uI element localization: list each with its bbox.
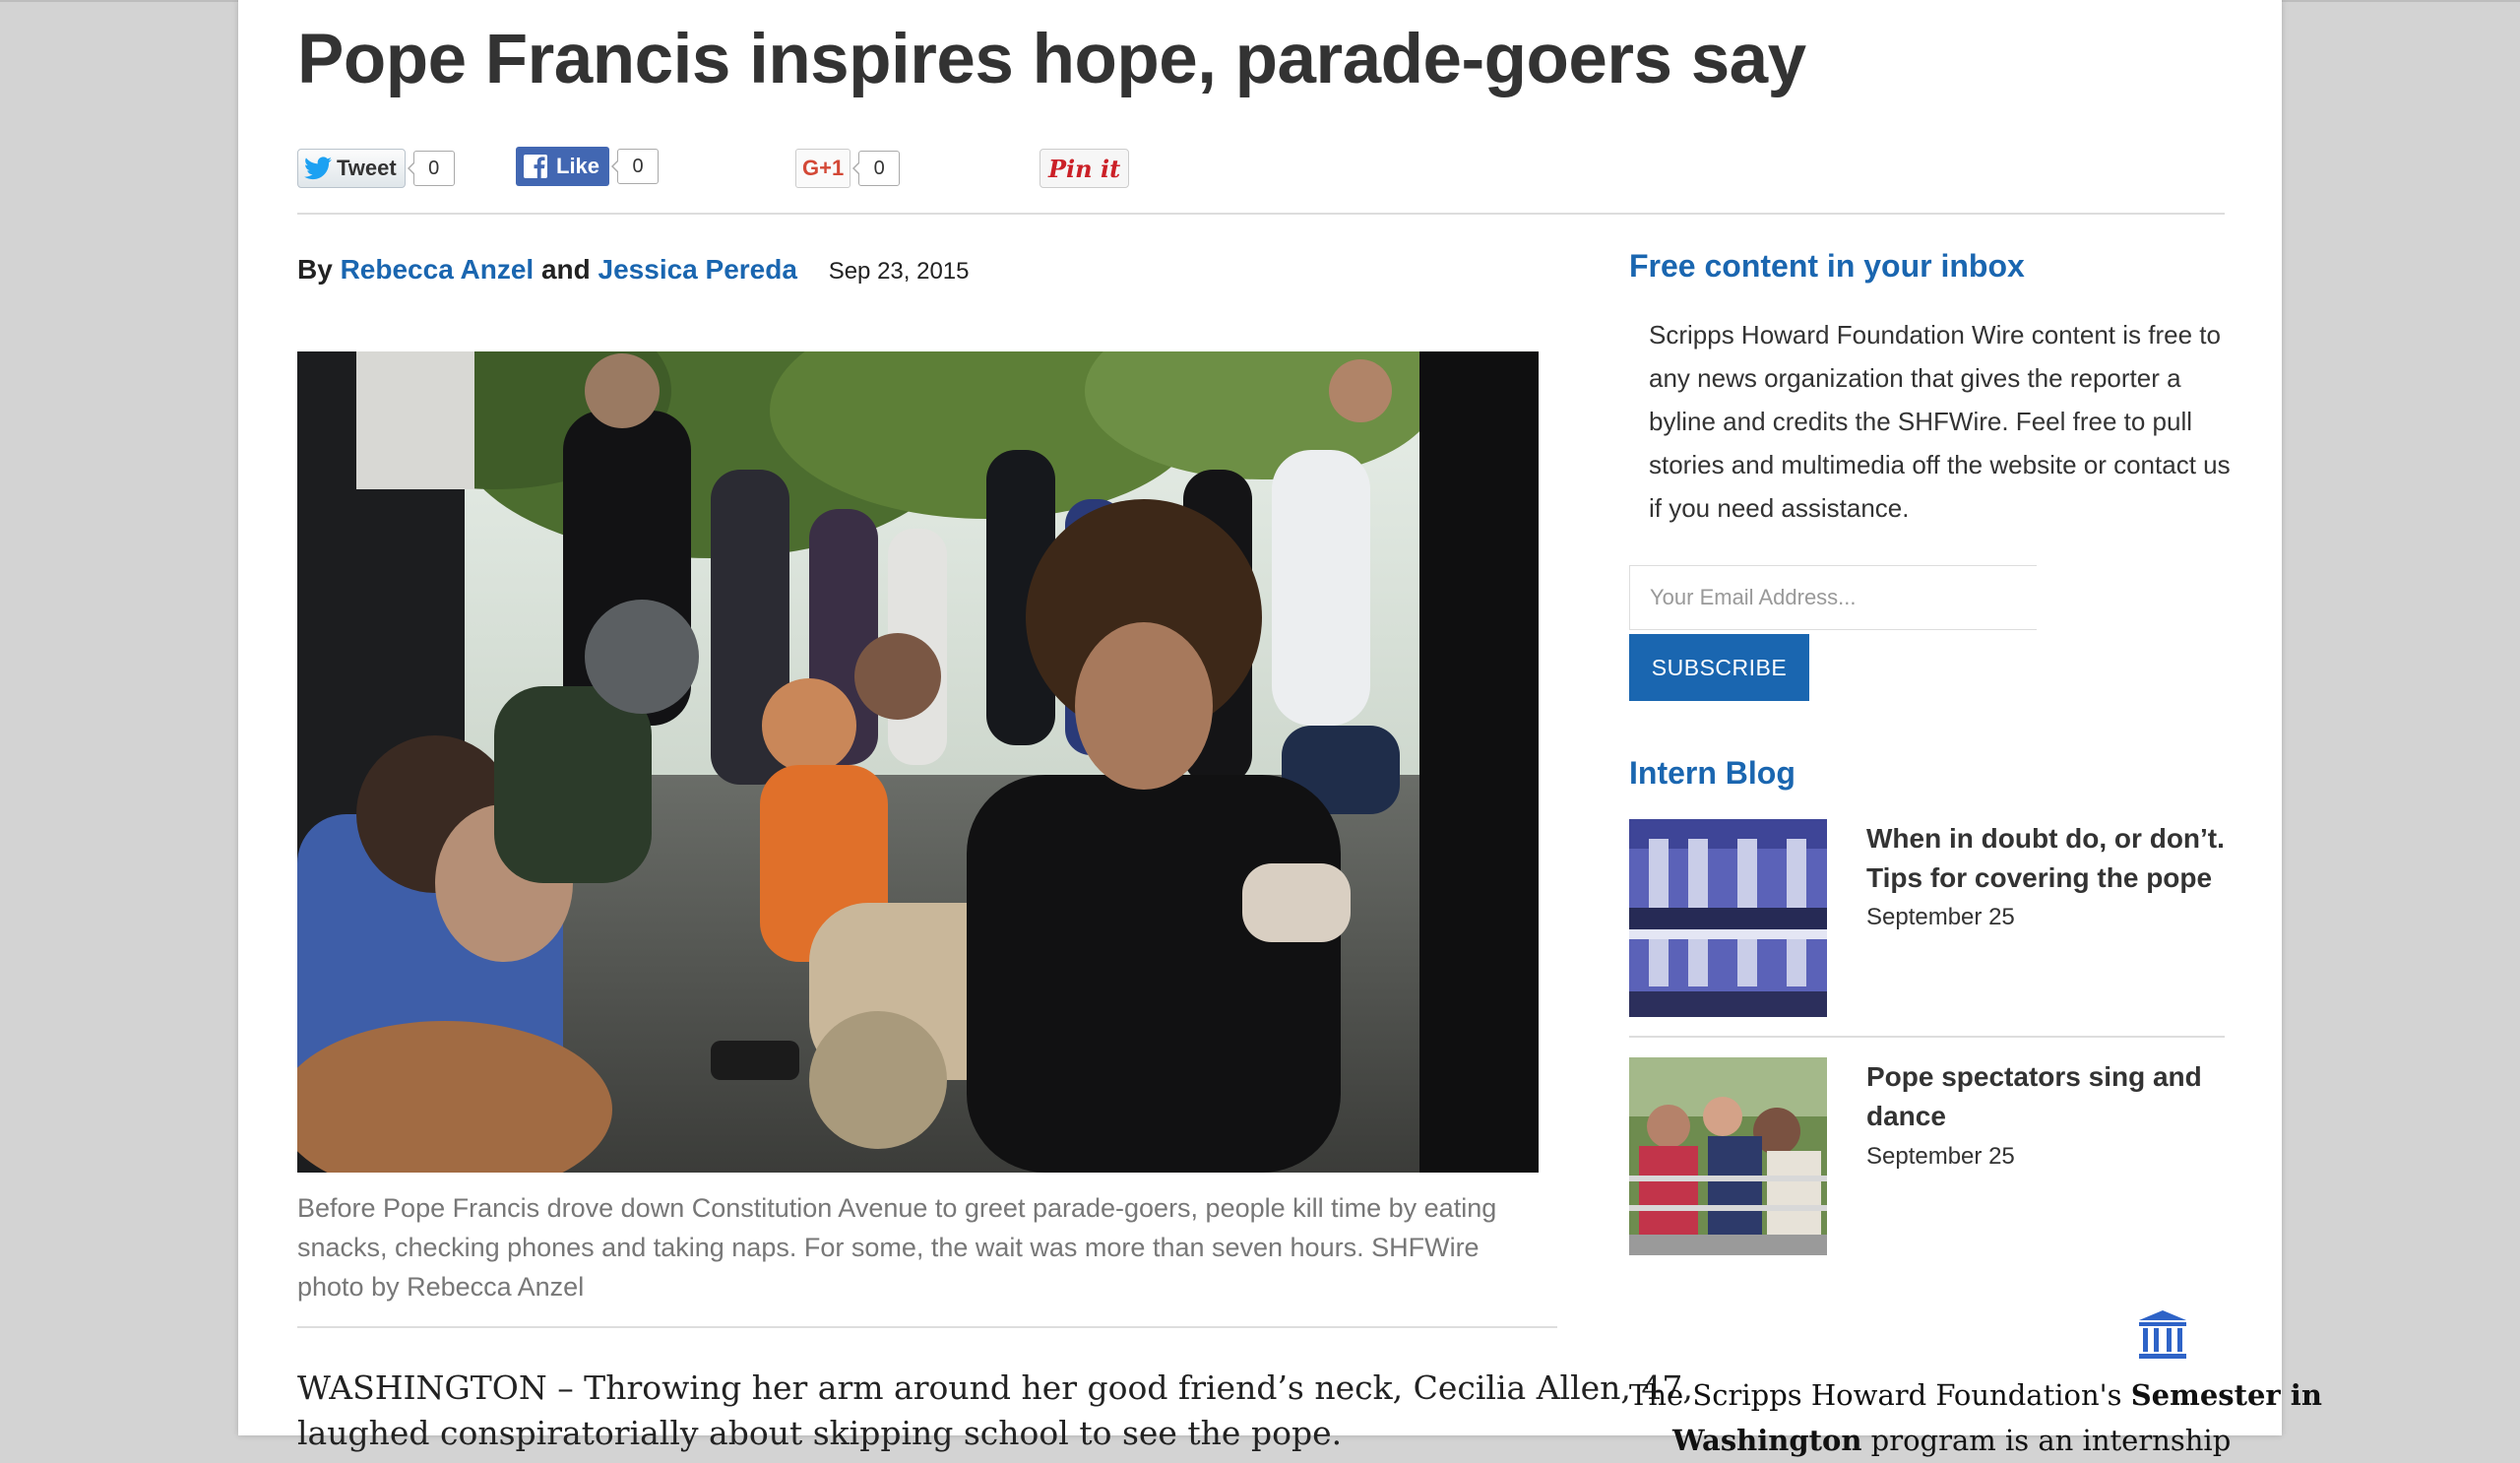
google-plus-count: 0: [852, 151, 901, 186]
email-input[interactable]: [1629, 565, 2037, 630]
blog-thumbnail[interactable]: [1629, 819, 1827, 1017]
white-house-balcony-image: [1629, 819, 1827, 1017]
article-body-line-2: laughed conspiratorially about skipping …: [297, 1414, 1343, 1452]
newsletter-description: Scripps Howard Foundation Wire content i…: [1649, 320, 2231, 523]
share-divider: [297, 213, 2225, 215]
pin-it-button[interactable]: Pin it: [1040, 149, 1130, 188]
blog-item[interactable]: When in doubt do, or don’t. Tips for cov…: [1629, 819, 2225, 1026]
blog-item-date: September 25: [1866, 904, 2015, 930]
google-plus-share[interactable]: G+1 0: [795, 148, 901, 189]
facebook-like-count: 0: [611, 149, 660, 184]
author-link-rebecca-anzel[interactable]: Rebecca Anzel: [341, 254, 535, 285]
twitter-bird-icon: [304, 157, 332, 180]
tweet-count: 0: [407, 151, 455, 186]
subscribe-button[interactable]: SUBSCRIBE: [1629, 634, 1809, 701]
tweet-share[interactable]: Tweet 0: [297, 148, 455, 189]
tweet-label: Tweet: [337, 156, 397, 180]
promo-program-name[interactable]: Semester in: [2131, 1378, 2322, 1412]
newsletter-heading: Free content in your inbox: [1629, 248, 2025, 284]
google-plus-button[interactable]: G+1: [795, 149, 851, 188]
blog-item-date: September 25: [1866, 1143, 2015, 1170]
spectators-image: [1629, 1057, 1827, 1255]
blog-item[interactable]: Pope spectators sing and dance September…: [1629, 1057, 2220, 1264]
byline-prefix: By: [297, 254, 333, 285]
promo-text-cont: program is an internship: [1870, 1424, 2232, 1457]
caption-divider: [297, 1326, 1557, 1328]
article-page: Pope Francis inspires hope, parade-goers…: [238, 0, 2322, 1457]
tweet-button[interactable]: Tweet: [297, 149, 406, 188]
blog-item-title[interactable]: When in doubt do, or don’t. Tips for cov…: [1866, 819, 2231, 898]
article-body: WASHINGTON – Throwing her arm around her…: [297, 1366, 1693, 1456]
facebook-icon: [524, 155, 547, 178]
publish-date: Sep 23, 2015: [828, 258, 970, 285]
photo-caption: Before Pope Francis drove down Constitut…: [297, 1193, 1497, 1302]
article-title: Pope Francis inspires hope, parade-goers…: [297, 21, 1806, 98]
facebook-like-button[interactable]: Like: [516, 147, 610, 186]
article-photo: [297, 351, 1539, 1173]
semester-promo: The Scripps Howard Foundation's Semester…: [1629, 1372, 2322, 1463]
byline: By Rebecca Anzel and Jessica Pereda Sep …: [297, 254, 970, 286]
article-body-line-1: WASHINGTON – Throwing her arm around her…: [297, 1368, 1693, 1407]
blog-divider: [1629, 1036, 2225, 1038]
author-link-jessica-pereda[interactable]: Jessica Pereda: [598, 254, 797, 285]
blog-thumbnail[interactable]: [1629, 1057, 1827, 1255]
foundation-logo-icon: [2135, 1306, 2190, 1362]
intern-blog-heading: Intern Blog: [1629, 755, 1796, 791]
promo-program-name-cont[interactable]: Washington: [1672, 1424, 1861, 1457]
crowd-photo-illustration: [297, 351, 1539, 1173]
byline-and: and: [540, 254, 591, 285]
facebook-share[interactable]: Like 0: [516, 146, 660, 187]
facebook-like-label: Like: [556, 154, 600, 178]
pinterest-share[interactable]: Pin it: [1040, 148, 1130, 189]
promo-text: The Scripps Howard Foundation's: [1629, 1378, 2122, 1412]
blog-item-title[interactable]: Pope spectators sing and dance: [1866, 1057, 2231, 1136]
